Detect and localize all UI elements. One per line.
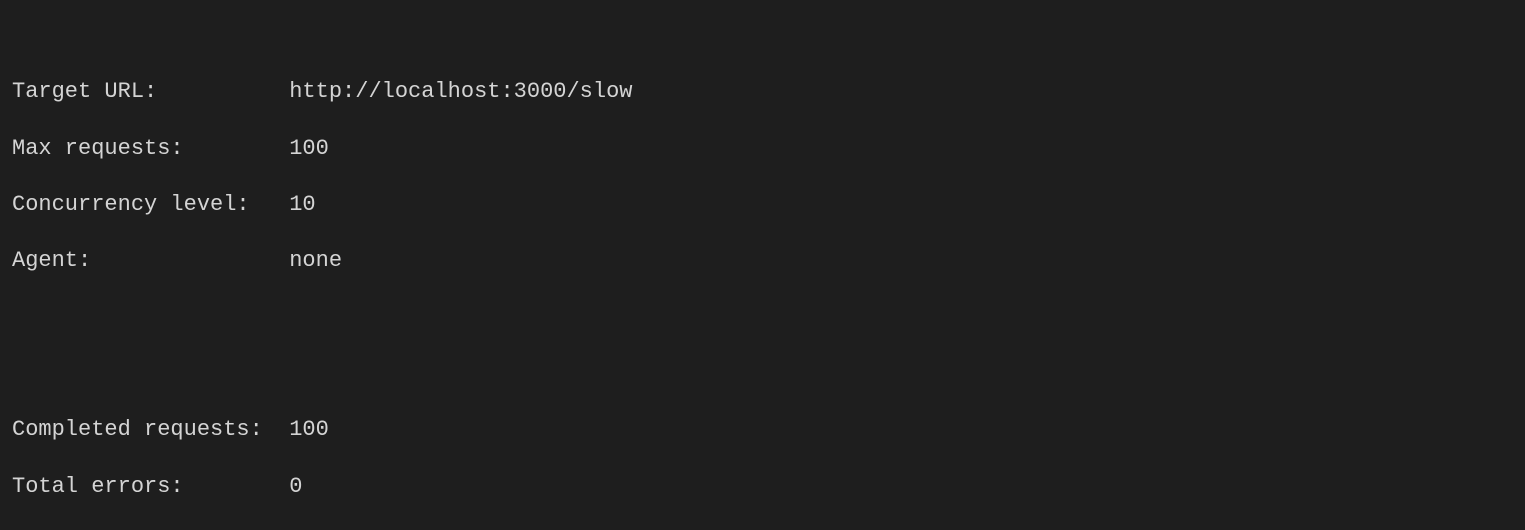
label-target-url: Target URL: xyxy=(12,78,289,106)
row-concurrency: Concurrency level:10 xyxy=(12,191,1513,219)
terminal-output: Target URL:http://localhost:3000/slow Ma… xyxy=(0,0,1525,530)
label-completed: Completed requests: xyxy=(12,416,289,444)
row-errors: Total errors:0 xyxy=(12,473,1513,501)
label-concurrency: Concurrency level: xyxy=(12,191,289,219)
label-errors: Total errors: xyxy=(12,473,289,501)
value-errors: 0 xyxy=(289,474,302,499)
row-completed: Completed requests:100 xyxy=(12,416,1513,444)
row-target-url: Target URL:http://localhost:3000/slow xyxy=(12,78,1513,106)
blank-line xyxy=(12,332,1513,360)
row-max-requests: Max requests:100 xyxy=(12,135,1513,163)
label-agent: Agent: xyxy=(12,247,289,275)
label-max-requests: Max requests: xyxy=(12,135,289,163)
value-target-url: http://localhost:3000/slow xyxy=(289,79,632,104)
value-concurrency: 10 xyxy=(289,192,315,217)
value-completed: 100 xyxy=(289,417,329,442)
row-agent: Agent:none xyxy=(12,247,1513,275)
value-max-requests: 100 xyxy=(289,136,329,161)
value-agent: none xyxy=(289,248,342,273)
